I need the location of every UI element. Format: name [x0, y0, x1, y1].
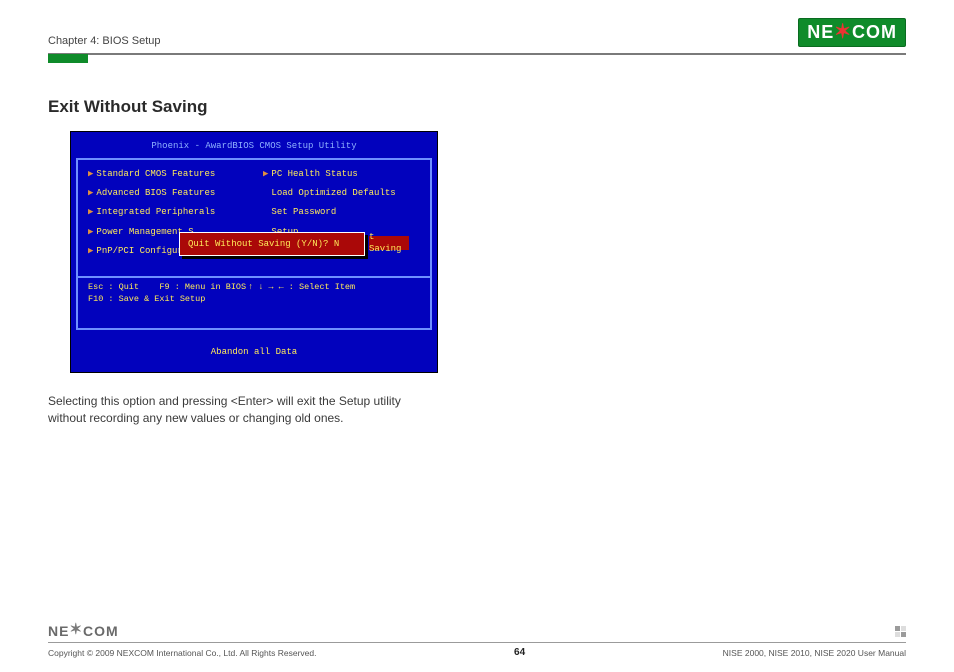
manual-title: NISE 2000, NISE 2010, NISE 2020 User Man… [723, 648, 906, 658]
bios-help-text: Esc : Quit [88, 282, 139, 292]
bios-help-text: F10 : Save & Exit Setup [88, 294, 205, 305]
bios-help-text: ↑ ↓ → ← : Select Item [248, 282, 355, 293]
triangle-right-icon: ▶ [263, 169, 268, 179]
bios-quit-dialog: Quit Without Saving (Y/N)? N [179, 232, 365, 256]
bios-item-label: Integrated Peripherals [96, 207, 215, 217]
brand-logo-bottom: NE✶COM [48, 623, 119, 639]
bios-menu-item: ▶Set Password [263, 206, 420, 218]
section-description: Selecting this option and pressing <Ente… [48, 393, 428, 428]
triangle-right-icon: ▶ [88, 169, 93, 179]
bios-menu-item: ▶Standard CMOS Features [88, 168, 245, 180]
bios-footer-message: Abandon all Data [76, 330, 432, 358]
bios-utility-title: Phoenix - AwardBIOS CMOS Setup Utility [76, 136, 432, 158]
section-heading: Exit Without Saving [48, 97, 906, 117]
bios-item-label: Load Optimized Defaults [271, 188, 395, 198]
copyright-text: Copyright © 2009 NEXCOM International Co… [48, 648, 316, 658]
triangle-right-icon: ▶ [88, 207, 93, 217]
logo-text-com: COM [83, 623, 119, 639]
brand-logo-top: NE✶COM [798, 18, 906, 47]
logo-text-com: COM [852, 22, 897, 43]
bios-item-label: Advanced BIOS Features [96, 188, 215, 198]
page-number: 64 [514, 647, 525, 658]
triangle-right-icon: ▶ [88, 227, 93, 237]
bios-item-label: Set Password [271, 207, 336, 217]
bios-saving-overlay: t Saving [369, 236, 409, 250]
bios-help-area: Esc : Quit F9 : Menu in BIOS ↑ ↓ → ← : S… [88, 282, 420, 305]
bios-menu-item: ▶Advanced BIOS Features [88, 187, 245, 199]
page-accent-tab [48, 54, 88, 63]
bios-overlay-text: t Saving [369, 231, 409, 255]
bios-menu-item: ▶PC Health Status [263, 168, 420, 180]
logo-text-ne: NE [807, 22, 834, 43]
triangle-right-icon: ▶ [88, 188, 93, 198]
bios-dialog-text: Quit Without Saving (Y/N)? N [188, 238, 339, 250]
bios-menu-item: ▶Load Optimized Defaults [263, 187, 420, 199]
chapter-title: Chapter 4: BIOS Setup [48, 35, 161, 47]
bios-item-label: PC Health Status [271, 169, 357, 179]
logo-text-ne: NE [48, 623, 69, 639]
bios-item-label: Standard CMOS Features [96, 169, 215, 179]
bios-menu-item: ▶Integrated Peripherals [88, 206, 245, 218]
triangle-right-icon: ▶ [88, 246, 93, 256]
decorative-squares-icon [895, 626, 906, 637]
bios-frame-divider [78, 276, 430, 278]
bios-screenshot: Phoenix - AwardBIOS CMOS Setup Utility ▶… [70, 131, 438, 373]
header-rule [48, 53, 906, 55]
bios-help-text: F9 : Menu in BIOS [159, 282, 246, 292]
